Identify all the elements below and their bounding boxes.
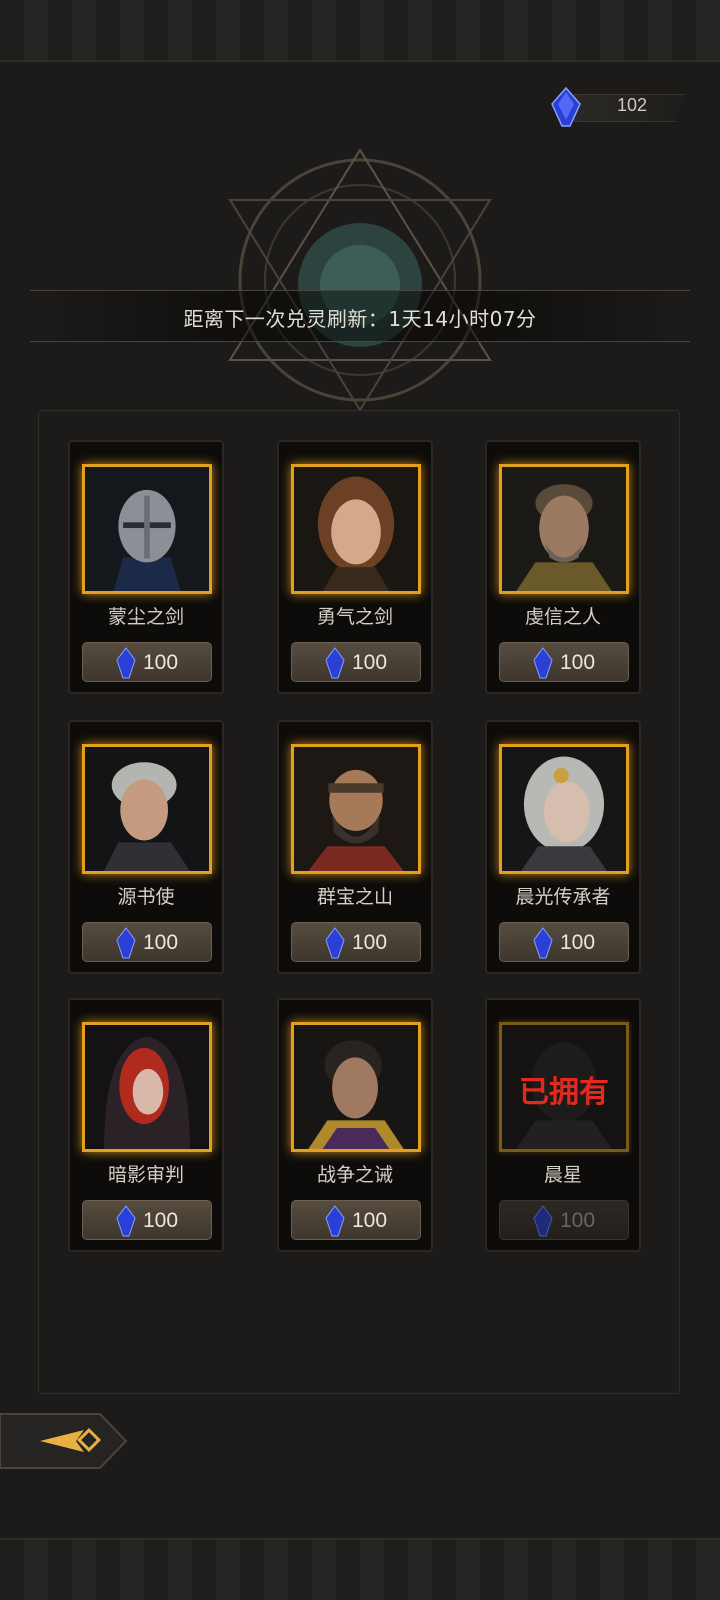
- price-value: 100: [143, 931, 179, 954]
- hero-card[interactable]: 源书使 100: [68, 720, 224, 974]
- portrait-frame: [499, 464, 629, 594]
- hero-name: 虔信之人: [524, 606, 601, 628]
- hero-name: 战争之诫: [316, 1164, 393, 1186]
- hero-card[interactable]: 勇气之剑 100: [277, 440, 433, 694]
- hero-portrait: [294, 747, 418, 871]
- hero-name: 源书使: [117, 886, 175, 908]
- hero-card-owned[interactable]: 已拥有 晨星 100: [485, 998, 641, 1252]
- price-value: 100: [560, 931, 596, 954]
- portrait-frame: [291, 744, 421, 874]
- price-value: 100: [143, 1209, 179, 1232]
- crystal-currency-display: 102: [548, 86, 688, 128]
- blue-crystal-icon: [551, 86, 581, 127]
- blue-crystal-icon: [116, 927, 136, 959]
- hero-card[interactable]: 虔信之人 100: [485, 440, 641, 694]
- blue-crystal-icon: [325, 1205, 345, 1237]
- hero-portrait: [85, 747, 209, 871]
- price-value: 100: [560, 651, 596, 674]
- hero-name: 晨光传承者: [515, 886, 611, 908]
- refresh-timer-banner: 距离下一次兑灵刷新：1天14小时07分: [30, 290, 690, 342]
- portrait-frame: [82, 1022, 212, 1152]
- refresh-timer-text: 距离下一次兑灵刷新：1天14小时07分: [183, 307, 537, 331]
- hero-portrait: [85, 467, 209, 591]
- hero-portrait: [502, 467, 626, 591]
- blue-crystal-icon: [533, 1205, 553, 1237]
- back-button[interactable]: [0, 1412, 128, 1470]
- price-button[interactable]: 100: [82, 642, 212, 682]
- portrait-frame: 已拥有: [499, 1022, 629, 1152]
- hero-card[interactable]: 战争之诫 100: [277, 998, 433, 1252]
- hero-portrait: [502, 747, 626, 871]
- price-value: 100: [352, 651, 388, 674]
- hero-name: 勇气之剑: [316, 606, 393, 628]
- hero-portrait: [294, 467, 418, 591]
- hero-card[interactable]: 蒙尘之剑 100: [68, 440, 224, 694]
- portrait-frame: [82, 744, 212, 874]
- hero-name: 群宝之山: [316, 886, 393, 908]
- price-button[interactable]: 100: [499, 922, 629, 962]
- hero-portrait: [85, 1025, 209, 1149]
- bottom-ornament-border: [0, 1538, 720, 1600]
- hero-portrait: [294, 1025, 418, 1149]
- portrait-frame: [291, 464, 421, 594]
- price-button-disabled: 100: [499, 1200, 629, 1240]
- owned-label: 已拥有: [519, 1075, 609, 1110]
- top-ornament-border: [0, 0, 720, 62]
- price-value: 100: [352, 1209, 388, 1232]
- price-button[interactable]: 100: [291, 1200, 421, 1240]
- hero-name: 晨星: [543, 1164, 582, 1186]
- hero-name: 蒙尘之剑: [107, 606, 184, 628]
- portrait-frame: [499, 744, 629, 874]
- blue-crystal-icon: [325, 647, 345, 679]
- currency-value: 102: [616, 95, 648, 115]
- price-value: 100: [560, 1209, 596, 1232]
- hero-name: 暗影审判: [107, 1164, 184, 1186]
- blue-crystal-icon: [533, 927, 553, 959]
- blue-crystal-icon: [533, 647, 553, 679]
- price-button[interactable]: 100: [82, 1200, 212, 1240]
- price-value: 100: [143, 651, 179, 674]
- price-button[interactable]: 100: [291, 922, 421, 962]
- portrait-frame: [291, 1022, 421, 1152]
- price-button[interactable]: 100: [499, 642, 629, 682]
- portrait-frame: [82, 464, 212, 594]
- price-button[interactable]: 100: [82, 922, 212, 962]
- price-button[interactable]: 100: [291, 642, 421, 682]
- blue-crystal-icon: [116, 1205, 136, 1237]
- blue-crystal-icon: [325, 927, 345, 959]
- hero-card[interactable]: 暗影审判 100: [68, 998, 224, 1252]
- blue-crystal-icon: [116, 647, 136, 679]
- background-emblem: [228, 148, 492, 412]
- hero-card[interactable]: 群宝之山 100: [277, 720, 433, 974]
- price-value: 100: [352, 931, 388, 954]
- hero-card[interactable]: 晨光传承者 100: [485, 720, 641, 974]
